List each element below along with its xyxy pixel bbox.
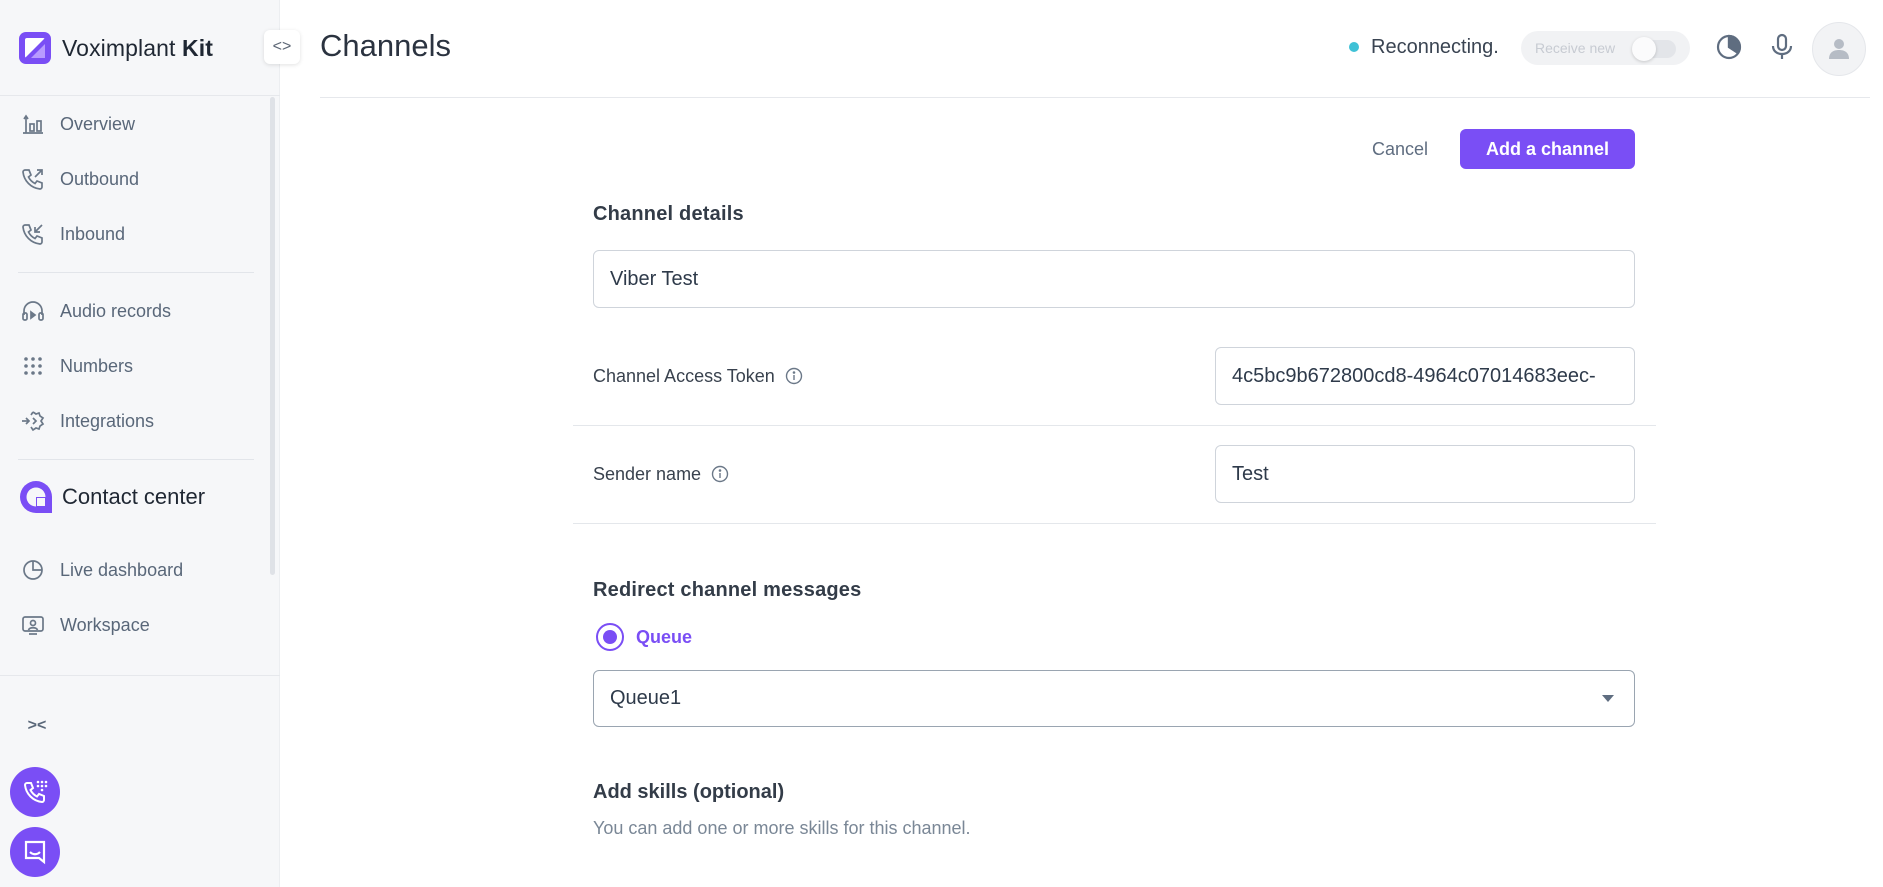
brand[interactable]: Voximplant Kit [18, 28, 213, 68]
queue-radio[interactable]: Queue [596, 622, 692, 652]
pie-chart-icon [1716, 34, 1742, 60]
info-icon[interactable] [785, 367, 803, 385]
voximplant-logo-icon [19, 32, 51, 64]
contact-center-title: Contact center [62, 484, 206, 509]
headphones-icon [22, 301, 44, 321]
sidebar-item-inbound[interactable]: Inbound [20, 219, 125, 249]
toggle-knob [1632, 37, 1656, 61]
sidebar-item-outbound[interactable]: Outbound [20, 164, 139, 194]
add-skills-description: You can add one or more skills for this … [593, 818, 971, 838]
inbound-call-icon [22, 224, 43, 245]
code-arrows-icon: <> [272, 38, 292, 55]
queue-radio-label: Queue [636, 626, 693, 647]
sidebar-item-audio-records[interactable]: Audio records [20, 296, 171, 326]
sidebar: Voximplant Kit Overview Outbound Inbound… [0, 0, 280, 887]
collapse-sidebar-button[interactable]: >< [22, 712, 52, 740]
brand-name: Voximplant Kit [62, 35, 213, 62]
sidebar-item-partial[interactable] [20, 665, 46, 675]
status-dot-icon [1349, 42, 1359, 52]
receive-new-label: Receive new [1535, 40, 1616, 56]
radio-selected-dot [603, 630, 617, 644]
contact-center-section[interactable]: Contact center [18, 477, 205, 517]
access-token-label: Channel Access Token [593, 364, 803, 388]
redirect-messages-title: Redirect channel messages [593, 579, 862, 601]
sender-name-label: Sender name [593, 462, 729, 486]
sidebar-item-label: Outbound [60, 168, 140, 189]
collapse-icon: >< [27, 717, 47, 734]
softphone-button[interactable] [10, 767, 60, 817]
info-icon[interactable] [711, 465, 729, 483]
sender-name-input[interactable] [1215, 445, 1635, 503]
sidebar-toggle-button[interactable]: <> [264, 30, 300, 64]
channel-name-input[interactable] [593, 250, 1635, 308]
workspace-icon [22, 616, 44, 635]
status-text: Reconnecting. [1371, 35, 1499, 58]
sidebar-item-workspace[interactable]: Workspace [20, 610, 150, 640]
queue-select-value: Queue1 [610, 687, 682, 709]
sidebar-item-label: Audio records [60, 300, 172, 321]
connection-status: Reconnecting. [1349, 34, 1499, 60]
statistics-button[interactable] [1712, 30, 1746, 64]
contact-center-logo-icon [20, 481, 52, 513]
sidebar-divider [0, 675, 280, 676]
receive-new-toggle[interactable]: Receive new [1521, 31, 1690, 65]
sidebar-item-live-dashboard[interactable]: Live dashboard [20, 555, 183, 585]
user-icon [1829, 39, 1849, 59]
header-divider [320, 97, 1870, 98]
cancel-button[interactable]: Cancel [1352, 129, 1448, 169]
avatar[interactable] [1812, 22, 1866, 76]
row-divider [573, 425, 1656, 426]
sidebar-item-numbers[interactable]: Numbers [20, 351, 133, 381]
sidebar-item-overview[interactable]: Overview [20, 109, 135, 139]
sidebar-scrollbar[interactable] [270, 97, 275, 575]
add-skills-title: Add skills (optional) [593, 781, 785, 803]
nav-divider [18, 459, 254, 460]
page-title: Channels [320, 28, 451, 63]
gear-icon [20, 667, 46, 675]
brand-name-bold: Kit [182, 34, 213, 61]
sender-name-label-text: Sender name [593, 463, 702, 484]
chart-icon [23, 114, 43, 134]
sidebar-item-label: Overview [60, 113, 136, 134]
sidebar-nav: Overview Outbound Inbound Audio records … [0, 95, 275, 675]
integrations-icon [22, 411, 45, 432]
microphone-icon [1771, 33, 1793, 59]
sidebar-item-label: Integrations [60, 410, 155, 431]
radio-outer [596, 623, 624, 651]
microphone-button[interactable] [1765, 30, 1799, 64]
brand-name-regular: Voximplant [62, 34, 176, 61]
dialpad-icon [24, 357, 42, 375]
add-channel-button[interactable]: Add a channel [1460, 129, 1635, 169]
row-divider [573, 523, 1656, 524]
sidebar-item-label: Live dashboard [60, 559, 184, 580]
chevron-down-icon [1602, 695, 1614, 702]
nav-divider [18, 272, 254, 273]
pie-chart-icon [23, 560, 43, 580]
sidebar-item-label: Inbound [60, 223, 126, 244]
chat-support-button[interactable] [10, 827, 60, 877]
chat-icon [24, 840, 46, 865]
access-token-label-text: Channel Access Token [593, 365, 775, 386]
sidebar-item-integrations[interactable]: Integrations [20, 406, 154, 436]
outbound-call-icon [22, 169, 43, 190]
sidebar-item-label: Numbers [60, 355, 134, 376]
sidebar-item-label: Workspace [60, 614, 150, 635]
phone-dialpad-icon [23, 780, 48, 804]
access-token-input[interactable] [1215, 347, 1635, 405]
channel-details-title: Channel details [593, 203, 744, 225]
queue-select[interactable]: Queue1 [593, 670, 1635, 727]
